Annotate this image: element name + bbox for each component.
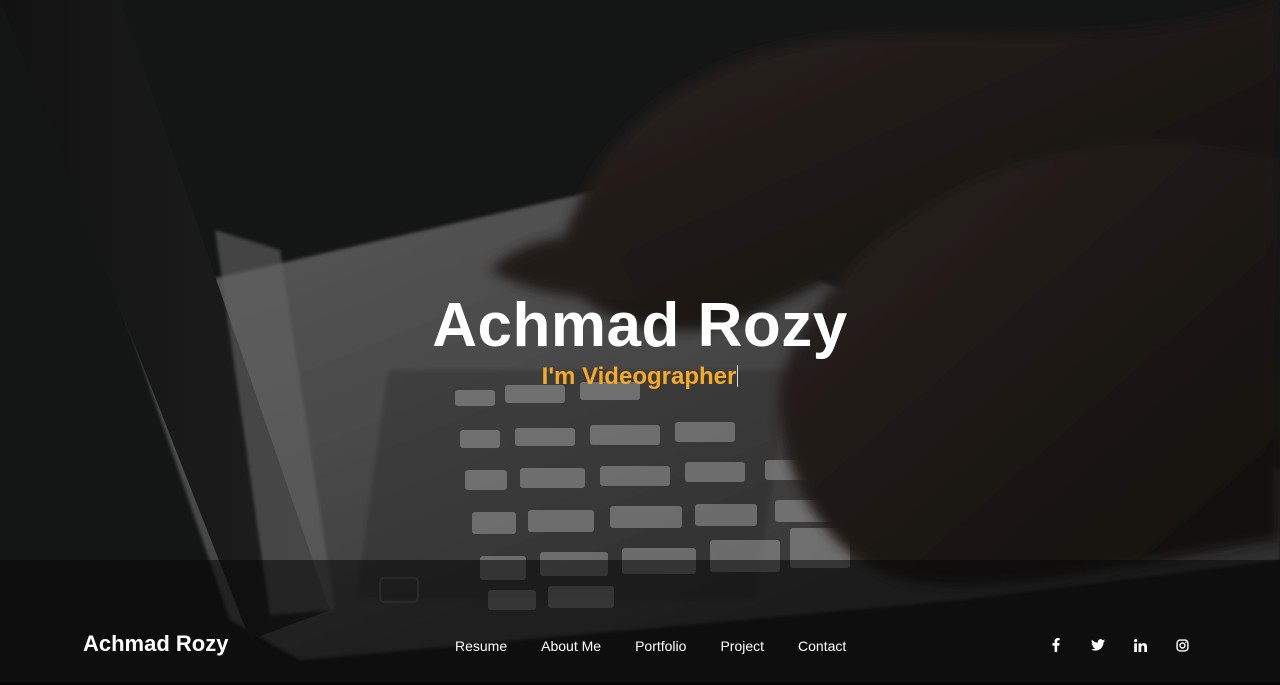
facebook-link[interactable] xyxy=(1046,635,1066,655)
facebook-icon xyxy=(1052,638,1060,652)
main-nav: Resume About Me Portfolio Project Contac… xyxy=(455,638,880,654)
social-links xyxy=(1046,635,1214,655)
hero-section: Achmad Rozy I'm Videographer Achmad Rozy… xyxy=(0,0,1280,685)
navbar: Achmad Rozy Resume About Me Portfolio Pr… xyxy=(0,618,1280,673)
twitter-icon xyxy=(1091,639,1105,651)
instagram-icon xyxy=(1175,638,1189,652)
nav-link-resume[interactable]: Resume xyxy=(455,638,507,654)
twitter-link[interactable] xyxy=(1088,635,1108,655)
hero-subtitle: I'm Videographer xyxy=(0,362,1280,392)
nav-link-portfolio[interactable]: Portfolio xyxy=(635,638,686,654)
hero-subtitle-prefix: I'm xyxy=(541,363,583,390)
typing-cursor xyxy=(737,365,739,387)
nav-link-contact[interactable]: Contact xyxy=(798,638,846,654)
brand-logo-link[interactable]: Achmad Rozy xyxy=(83,631,228,657)
hero-subtitle-typed: Videographer xyxy=(582,363,737,390)
nav-link-project[interactable]: Project xyxy=(720,638,764,654)
hero-title: Achmad Rozy xyxy=(432,291,848,360)
linkedin-icon xyxy=(1133,638,1147,652)
linkedin-link[interactable] xyxy=(1130,635,1150,655)
nav-link-about-me[interactable]: About Me xyxy=(541,638,601,654)
hero-content: Achmad Rozy I'm Videographer xyxy=(0,290,1280,392)
instagram-link[interactable] xyxy=(1172,635,1192,655)
